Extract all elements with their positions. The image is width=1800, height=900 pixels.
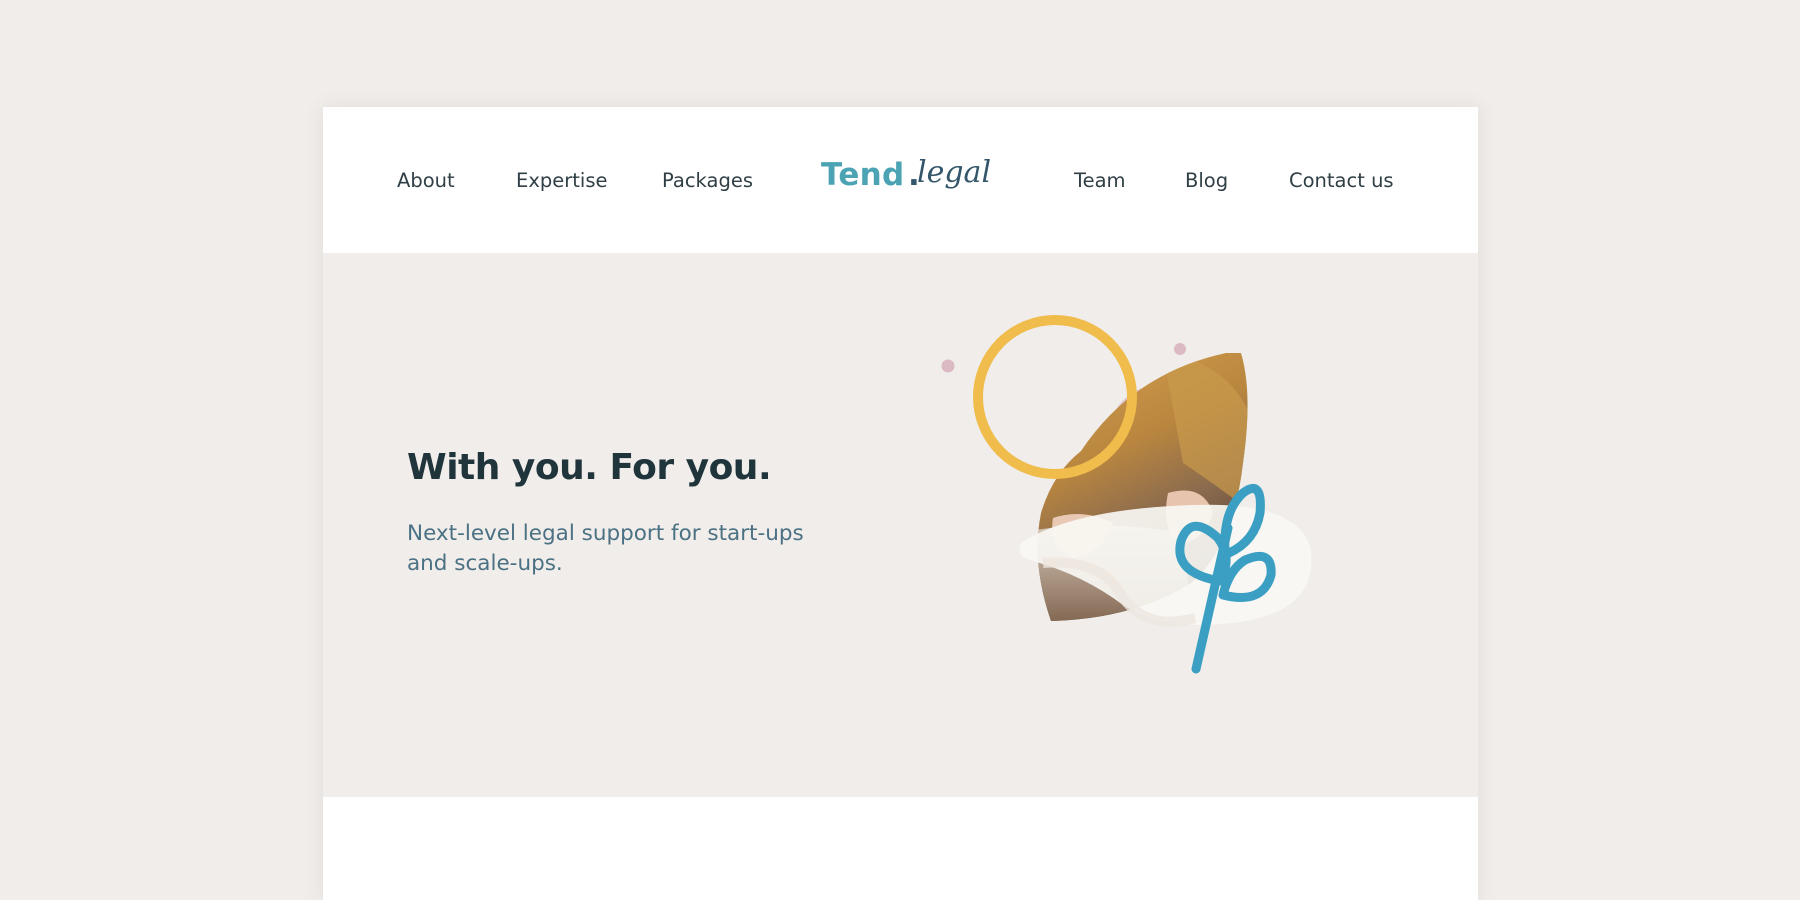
content-section: [323, 797, 1478, 900]
hero-illustration: [941, 315, 1312, 674]
nav-link-expertise[interactable]: Expertise: [516, 167, 607, 195]
site-header: About Expertise Packages Tend . legal Te…: [323, 107, 1478, 253]
nav-link-team[interactable]: Team: [1074, 167, 1126, 195]
pink-dot-top: [1174, 343, 1186, 355]
hero-title: With you. For you.: [407, 447, 772, 488]
page-card: About Expertise Packages Tend . legal Te…: [323, 107, 1478, 900]
nav-link-contact-us[interactable]: Contact us: [1289, 167, 1394, 195]
hero-section: With you. For you. Next-level legal supp…: [323, 253, 1478, 797]
hero-subtitle: Next-level legal support for start-ups a…: [407, 521, 804, 576]
nav-link-about[interactable]: About: [397, 167, 455, 195]
site-logo[interactable]: Tend . legal: [821, 151, 991, 211]
pink-dot-left: [941, 359, 955, 373]
yellow-circle: [973, 315, 1137, 479]
logo-wordmark-tend: Tend: [821, 157, 905, 193]
nav-link-blog[interactable]: Blog: [1185, 167, 1228, 195]
nav-link-packages[interactable]: Packages: [662, 167, 753, 195]
logo-wordmark-legal: legal: [917, 155, 992, 190]
